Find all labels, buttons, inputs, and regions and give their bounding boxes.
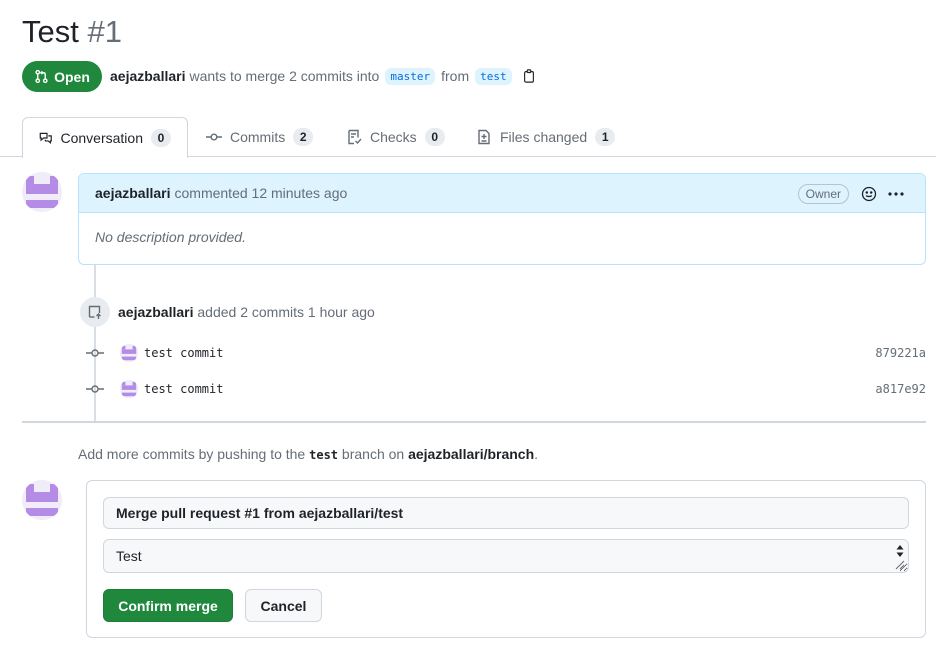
avatar[interactable] (120, 380, 138, 398)
tab-counter: 2 (293, 128, 314, 146)
commit-sha[interactable]: 879221a (875, 346, 926, 360)
hint-branch: test (309, 448, 339, 462)
git-commit-icon (86, 349, 104, 357)
commits-event-text: aejazballari added 2 commits 1 hour ago (118, 304, 375, 320)
hint-middle: branch on (341, 446, 405, 462)
repo-push-icon-wrapper (80, 297, 110, 327)
commit-row: test commit a817e92 (86, 379, 926, 399)
comment-author[interactable]: aejazballari (95, 185, 171, 201)
confirm-merge-button[interactable]: Confirm merge (103, 589, 233, 622)
cancel-button[interactable]: Cancel (245, 589, 322, 622)
tab-files-changed[interactable]: Files changed 1 (460, 117, 631, 157)
pr-meta: aejazballari wants to merge 2 commits in… (110, 66, 536, 86)
smiley-icon[interactable] (861, 186, 877, 202)
pr-tabs: Conversation 0 Commits 2 Checks 0 Files … (0, 117, 936, 158)
hint-prefix: Add more commits by pushing to the (78, 446, 306, 462)
pr-number: #1 (87, 14, 122, 49)
git-commit-icon (206, 133, 222, 141)
comment-discussion-icon (39, 132, 52, 145)
state-label: Open (54, 68, 90, 85)
owner-badge: Owner (797, 184, 849, 204)
timeline-divider (22, 421, 926, 423)
avatar[interactable] (22, 172, 62, 212)
tab-label: Files changed (500, 129, 588, 145)
commit-sha[interactable]: a817e92 (875, 382, 926, 396)
identicon-avatar (22, 172, 62, 212)
tab-counter: 1 (595, 128, 616, 146)
push-hint: Add more commits by pushing to the test … (78, 446, 538, 462)
tab-checks[interactable]: Checks 0 (330, 117, 461, 157)
pr-author-link[interactable]: aejazballari (110, 68, 186, 84)
state-badge: Open (22, 61, 102, 92)
git-pull-request-icon (35, 69, 48, 84)
identicon-avatar (120, 344, 138, 362)
event-author[interactable]: aejazballari (118, 304, 194, 320)
hint-suffix: . (534, 446, 539, 462)
event-action: added 2 commits 1 hour ago (197, 304, 375, 320)
identicon-avatar (120, 380, 138, 398)
commit-message[interactable]: test commit (144, 382, 223, 396)
comment-action[interactable]: commented 12 minutes ago (175, 185, 348, 201)
checklist-icon (348, 129, 362, 145)
base-branch[interactable]: master (385, 67, 436, 85)
pr-title: Test #1 (22, 14, 122, 50)
file-diff-icon (478, 129, 490, 145)
copy-icon[interactable] (522, 69, 536, 83)
comment-body: No description provided. (95, 229, 246, 245)
tab-label: Conversation (60, 130, 144, 146)
head-branch[interactable]: test (475, 67, 512, 85)
merge-box: Test Confirm merge Cancel (86, 480, 926, 638)
tab-label: Commits (230, 129, 286, 145)
merge-title-input[interactable] (103, 497, 909, 529)
hint-repo: aejazballari/branch (408, 446, 535, 462)
resize-grip-icon[interactable] (895, 560, 905, 570)
git-commit-icon (86, 385, 104, 393)
commit-message[interactable]: test commit (144, 346, 223, 360)
pr-title-text: Test (22, 14, 79, 49)
tab-conversation[interactable]: Conversation 0 (22, 117, 188, 158)
identicon-avatar (22, 480, 62, 520)
spinner-arrows-icon[interactable] (895, 544, 905, 558)
tab-counter: 0 (151, 129, 171, 147)
tab-label: Checks (370, 129, 417, 145)
tab-commits[interactable]: Commits 2 (190, 117, 329, 157)
repo-push-icon (88, 305, 101, 319)
merge-body-textarea[interactable]: Test (103, 539, 909, 573)
comment-header: aejazballari commented 12 minutes ago Ow… (79, 174, 925, 213)
commit-row: test commit 879221a (86, 343, 926, 363)
comment-box: aejazballari commented 12 minutes ago Ow… (78, 173, 926, 265)
avatar[interactable] (120, 344, 138, 362)
kebab-horizontal-icon[interactable] (887, 186, 905, 202)
tab-counter: 0 (424, 128, 445, 146)
avatar[interactable] (22, 480, 62, 520)
from-text: from (441, 68, 470, 84)
merge-text: wants to merge 2 commits into (189, 68, 380, 84)
